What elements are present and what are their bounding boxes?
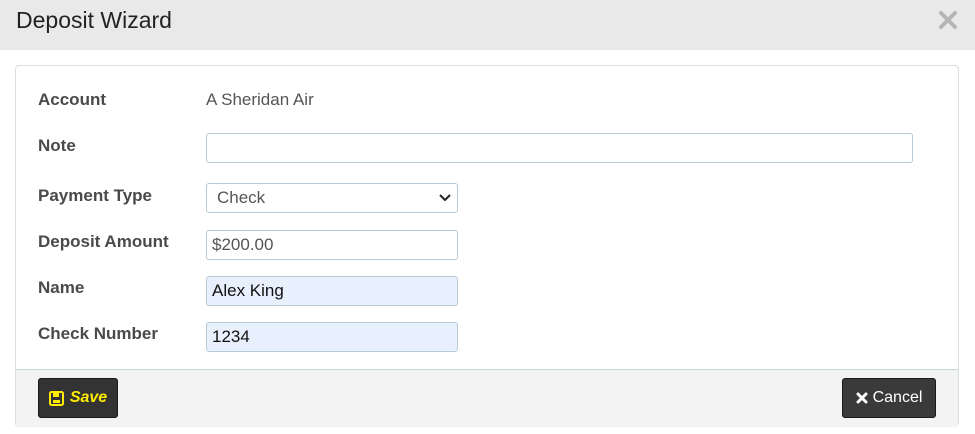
payment-type-selected: Check	[217, 188, 266, 207]
payment-type-label: Payment Type	[38, 186, 153, 205]
note-label: Note	[38, 136, 76, 155]
deposit-amount-label: Deposit Amount	[38, 232, 169, 251]
form-footer: Save Cancel	[16, 369, 958, 427]
deposit-amount-input[interactable]: $200.00	[206, 230, 458, 260]
account-label: Account	[38, 90, 106, 109]
close-icon	[939, 11, 957, 29]
cancel-label: Cancel	[872, 389, 923, 406]
floppy-disk-icon	[48, 390, 64, 406]
note-input[interactable]	[206, 133, 913, 163]
chevron-down-icon	[439, 194, 451, 202]
modal-header: Deposit Wizard	[0, 0, 975, 50]
check-number-input[interactable]: 1234	[206, 322, 458, 352]
name-label: Name	[38, 278, 85, 297]
modal-title: Deposit Wizard	[16, 7, 172, 33]
payment-type-select[interactable]: Check	[206, 183, 458, 213]
deposit-form-panel: Account A Sheridan Air Note Payment Type…	[15, 65, 959, 427]
save-label: Save	[69, 389, 108, 406]
close-icon	[856, 392, 868, 404]
name-input[interactable]: Alex King	[206, 276, 458, 306]
cancel-button[interactable]: Cancel	[842, 378, 936, 418]
check-number-label: Check Number	[38, 324, 158, 343]
account-value: A Sheridan Air	[206, 90, 314, 109]
close-button[interactable]	[937, 9, 959, 31]
save-button[interactable]: Save	[38, 378, 118, 418]
form-body: Account A Sheridan Air Note Payment Type…	[16, 66, 958, 369]
